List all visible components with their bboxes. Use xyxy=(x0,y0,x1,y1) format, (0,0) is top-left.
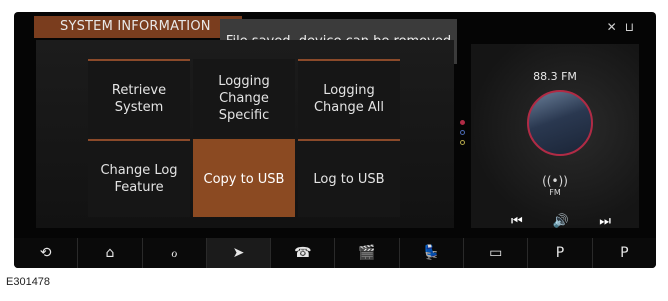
radio-frequency: 88.3 FM xyxy=(533,70,577,83)
signal-off-icon: ✕ xyxy=(606,20,617,34)
previous-track-icon[interactable]: ⏮ xyxy=(511,214,523,229)
retrieve-system-button[interactable]: Retrieve System xyxy=(88,59,190,137)
system-info-panel: Retrieve System Logging Change Specific … xyxy=(36,40,454,228)
page-dot xyxy=(460,130,465,135)
change-log-feature-button[interactable]: Change Log Feature xyxy=(88,139,190,217)
park-exit-icon[interactable]: P xyxy=(593,238,656,268)
copy-to-usb-button[interactable]: Copy to USB xyxy=(193,139,295,217)
album-art xyxy=(527,90,593,156)
page-dot xyxy=(460,120,465,125)
volume-icon[interactable]: 🔊 xyxy=(553,214,569,229)
logging-change-all-button[interactable]: Logging Change All xyxy=(298,59,400,137)
next-track-icon[interactable]: ⏭ xyxy=(599,214,611,229)
logging-change-specific-button[interactable]: Logging Change Specific xyxy=(193,59,295,137)
phone-icon[interactable]: ☎ xyxy=(271,238,336,268)
page-title: SYSTEM INFORMATION xyxy=(34,16,242,38)
home-icon[interactable]: ⌂ xyxy=(78,238,143,268)
band-label: FM xyxy=(549,188,561,197)
page-indicator xyxy=(460,120,466,150)
media-controls: ⏮ 🔊 ⏭ xyxy=(511,214,611,229)
media-icon[interactable]: 🎬 xyxy=(335,238,400,268)
status-icons: ✕ ⊔ xyxy=(607,20,634,34)
log-to-usb-button[interactable]: Log to USB xyxy=(298,139,400,217)
seat-icon[interactable]: 💺 xyxy=(400,238,465,268)
seat-status-icon: ⊔ xyxy=(624,20,634,34)
connect-icon[interactable]: ℴ xyxy=(143,238,207,268)
radio-panel[interactable]: 88.3 FM ((•)) FM ⏮ 🔊 ⏭ xyxy=(471,44,639,229)
bottom-nav-bar: ⟲ ⌂ ℴ ➤ ☎ 🎬 💺 ▭ P P xyxy=(14,238,656,268)
infotainment-screen: SYSTEM INFORMATION File saved, device ca… xyxy=(14,12,656,268)
figure-id: E301478 xyxy=(6,276,51,288)
back-icon[interactable]: ⟲ xyxy=(14,238,79,268)
p-assist-icon[interactable]: P xyxy=(528,238,593,268)
camera-icon[interactable]: ▭ xyxy=(464,238,529,268)
navigation-icon[interactable]: ➤ xyxy=(206,238,272,268)
page-dot xyxy=(460,140,465,145)
antenna-icon: ((•)) FM xyxy=(471,174,639,197)
